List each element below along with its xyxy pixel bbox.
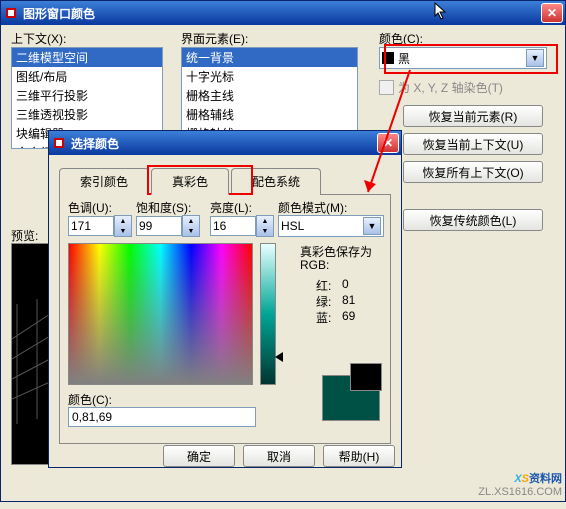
color-gradient[interactable] (68, 243, 253, 385)
hue-input[interactable] (68, 216, 114, 236)
b-value: 69 (342, 309, 355, 323)
watermark: XS资料网 ZL.XS1616.COM (478, 470, 562, 498)
g-label: 绿: (316, 293, 331, 310)
lum-spinner[interactable]: ▲▼ (210, 215, 274, 237)
restore-element-button[interactable]: 恢复当前元素(R) (403, 105, 543, 127)
elements-label: 界面元素(E): (181, 30, 248, 47)
luminance-strip[interactable] (260, 243, 276, 385)
sat-spinner[interactable]: ▲▼ (136, 215, 200, 237)
restore-all-contexts-button[interactable]: 恢复所有上下文(O) (403, 161, 543, 183)
list-item[interactable]: 三维透视投影 (12, 105, 162, 124)
restore-classic-button[interactable]: 恢复传统颜色(L) (403, 209, 543, 231)
app-icon (51, 135, 67, 151)
chevron-down-icon[interactable]: ▼ (526, 49, 544, 67)
context-label: 上下文(X): (11, 30, 66, 47)
tint-label: 为 X, Y, Z 轴染色(T) (398, 79, 503, 96)
list-item[interactable]: 十字光标 (182, 67, 357, 86)
savefmt-label: RGB: (300, 258, 329, 272)
color-value: 黑 (398, 50, 526, 67)
color-combo[interactable]: 黑 ▼ (379, 47, 547, 69)
lum-label: 亮度(L): (210, 199, 252, 216)
ok-button[interactable]: 确定 (163, 445, 235, 467)
list-item[interactable]: 统一背景 (182, 48, 357, 67)
main-title: 图形窗口颜色 (23, 5, 537, 22)
chevron-down-icon[interactable]: ▼ (363, 217, 381, 235)
list-item[interactable]: 栅格主线 (182, 86, 357, 105)
tab-color-book[interactable]: 配色系统 (231, 168, 321, 195)
mode-combo[interactable]: HSL ▼ (278, 215, 384, 237)
luminance-marker[interactable] (275, 352, 283, 362)
old-color-swatch (350, 363, 382, 391)
color-close-button[interactable]: ✕ (377, 133, 399, 153)
restore-context-button[interactable]: 恢复当前上下文(U) (403, 133, 543, 155)
color-label: 颜色(C): (379, 30, 423, 47)
main-titlebar: 图形窗口颜色 ✕ (1, 1, 565, 25)
hue-label: 色调(U): (68, 199, 112, 216)
main-close-button[interactable]: ✕ (541, 3, 563, 23)
preview-area (11, 243, 51, 465)
tint-checkbox[interactable]: 为 X, Y, Z 轴染色(T) (379, 79, 503, 96)
color-dialog: 选择颜色 ✕ 索引颜色 真彩色 配色系统 色调(U): ▲▼ 饱和度(S): ▲… (48, 130, 402, 468)
checkbox-icon (379, 80, 394, 95)
color-titlebar: 选择颜色 ✕ (49, 131, 401, 155)
hue-spinner[interactable]: ▲▼ (68, 215, 132, 237)
sat-label: 饱和度(S): (136, 199, 191, 216)
colorfield-label: 颜色(C): (68, 391, 112, 408)
color-title: 选择颜色 (71, 135, 373, 152)
tab-true-color[interactable]: 真彩色 (151, 168, 229, 195)
spinner-buttons[interactable]: ▲▼ (256, 215, 274, 237)
app-icon (3, 5, 19, 21)
mode-label: 颜色模式(M): (278, 199, 347, 216)
b-label: 蓝: (316, 309, 331, 326)
tab-panel: 色调(U): ▲▼ 饱和度(S): ▲▼ 亮度(L): ▲▼ 颜色模式(M): … (59, 195, 391, 444)
sat-input[interactable] (136, 216, 182, 236)
mode-value: HSL (281, 219, 363, 233)
color-tabs: 索引颜色 真彩色 配色系统 (59, 167, 391, 195)
spinner-buttons[interactable]: ▲▼ (114, 215, 132, 237)
cancel-button[interactable]: 取消 (243, 445, 315, 467)
color-input[interactable] (68, 407, 256, 427)
list-item[interactable]: 二维模型空间 (12, 48, 162, 67)
color-swatch-icon (382, 52, 394, 64)
r-label: 红: (316, 277, 331, 294)
preview-label: 预览: (11, 227, 38, 244)
help-button[interactable]: 帮助(H) (323, 445, 395, 467)
spinner-buttons[interactable]: ▲▼ (182, 215, 200, 237)
list-item[interactable]: 栅格辅线 (182, 105, 357, 124)
g-value: 81 (342, 293, 355, 307)
lum-input[interactable] (210, 216, 256, 236)
list-item[interactable]: 图纸/布局 (12, 67, 162, 86)
tab-index-color[interactable]: 索引颜色 (59, 168, 149, 195)
list-item[interactable]: 三维平行投影 (12, 86, 162, 105)
r-value: 0 (342, 277, 349, 291)
